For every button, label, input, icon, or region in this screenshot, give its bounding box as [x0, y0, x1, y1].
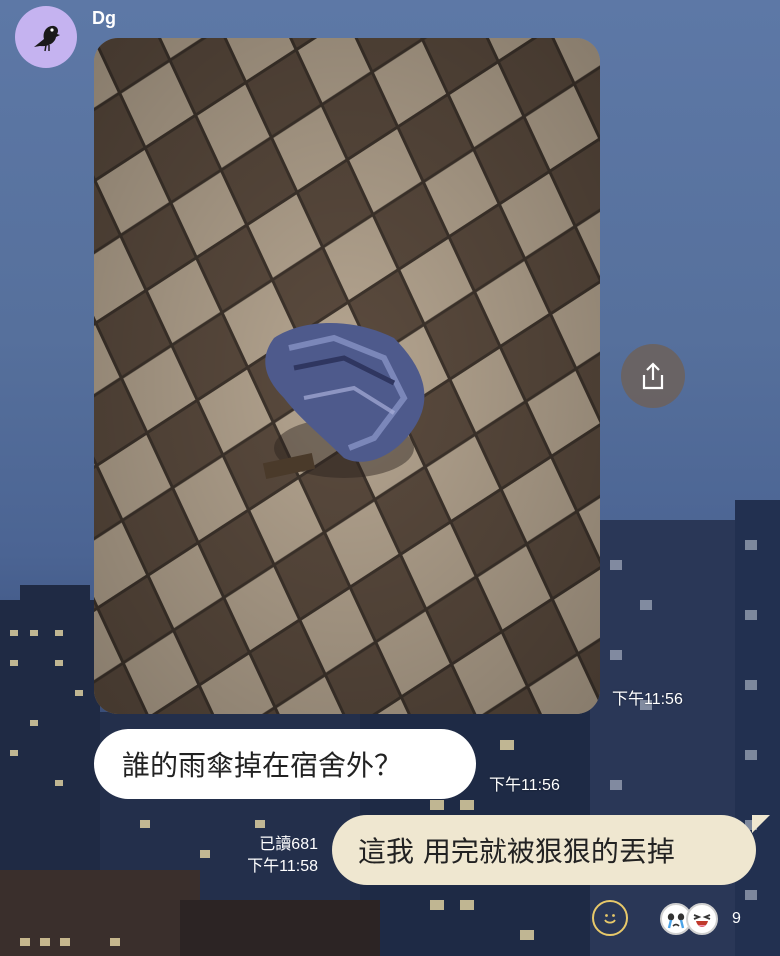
- read-count: 已讀681: [259, 836, 318, 853]
- message-time: 下午11:58: [247, 858, 318, 875]
- reaction-count: 9: [732, 910, 741, 927]
- share-button[interactable]: [621, 344, 685, 408]
- photo-of-umbrella-on-tiled-ground: [94, 38, 600, 714]
- incoming-text-bubble[interactable]: 誰的雨傘掉在宿舍外？: [94, 729, 476, 799]
- share-icon: [642, 362, 664, 390]
- bird-icon: [34, 25, 60, 52]
- message-time: 下午11:56: [489, 777, 560, 794]
- read-receipt: 已讀681 下午11:58: [247, 834, 318, 878]
- add-reaction-button[interactable]: [592, 900, 628, 936]
- outgoing-text-bubble[interactable]: 這我 用完就被狠狠的丟掉: [332, 815, 770, 885]
- sender-avatar[interactable]: [15, 6, 77, 68]
- sender-name: Dg: [92, 8, 116, 28]
- image-message[interactable]: [94, 38, 600, 714]
- message-time: 下午11:56: [612, 691, 683, 708]
- message-text: 這我 用完就被狠狠的丟掉: [358, 835, 675, 868]
- reaction-summary[interactable]: 9: [660, 902, 741, 936]
- smiley-icon: [604, 914, 616, 924]
- message-text: 誰的雨傘掉在宿舍外？: [122, 749, 403, 782]
- bubble-tail: [752, 815, 770, 833]
- laughing-face-icon: [686, 903, 718, 935]
